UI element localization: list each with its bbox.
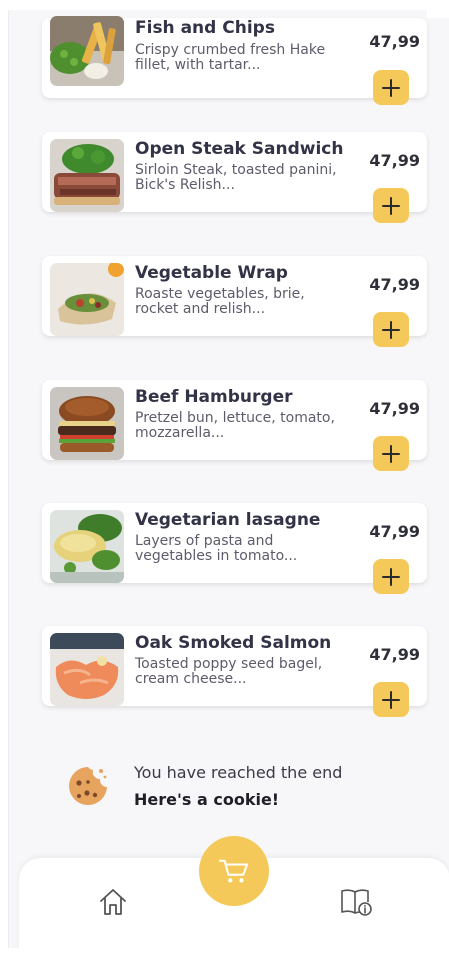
steak-sandwich-image xyxy=(50,139,124,212)
menu-list: Fish and Chips Crispy crumbed fresh Hake… xyxy=(9,10,449,770)
item-name: Vegetable Wrap xyxy=(135,263,288,283)
add-to-cart-button[interactable] xyxy=(373,188,409,223)
item-image xyxy=(50,510,124,583)
home-icon[interactable] xyxy=(98,887,128,917)
item-image xyxy=(50,633,124,706)
app-screen: Fish and Chips Crispy crumbed fresh Hake… xyxy=(8,10,449,948)
item-price: 47,99 xyxy=(369,151,420,170)
fish-and-chips-image xyxy=(50,16,124,86)
book-info-icon[interactable] xyxy=(340,887,372,917)
cookie-message-text: Here's a cookie! xyxy=(134,790,280,809)
item-image xyxy=(50,16,124,86)
plus-icon xyxy=(382,78,400,97)
item-description: Toasted poppy seed bagel, cream cheese..… xyxy=(135,656,323,687)
add-to-cart-button[interactable] xyxy=(373,312,409,347)
end-of-list-message: You have reached the end Here's a cookie… xyxy=(67,763,387,825)
menu-item-card[interactable]: Vegetarian lasagne Layers of pasta and v… xyxy=(42,503,427,594)
item-name: Vegetarian lasagne xyxy=(135,510,321,530)
item-image xyxy=(50,263,124,336)
item-image xyxy=(50,387,124,460)
item-image xyxy=(50,139,124,212)
menu-item-card[interactable]: Beef Hamburger Pretzel bun, lettuce, tom… xyxy=(42,380,427,471)
item-name: Beef Hamburger xyxy=(135,387,293,407)
cart-button[interactable] xyxy=(199,836,269,906)
menu-item-card[interactable]: Vegetable Wrap Roaste vegetables, brie, … xyxy=(42,256,427,347)
add-to-cart-button[interactable] xyxy=(373,559,409,594)
vegetable-wrap-image xyxy=(50,263,124,336)
item-name: Open Steak Sandwich xyxy=(135,139,344,159)
vegetarian-lasagne-image xyxy=(50,510,124,583)
item-name: Fish and Chips xyxy=(135,18,275,38)
item-description: Sirloin Steak, toasted panini, Bick's Re… xyxy=(135,162,337,193)
plus-icon xyxy=(382,196,400,215)
beef-hamburger-image xyxy=(50,387,124,460)
item-description: Layers of pasta and vegetables in tomato… xyxy=(135,533,298,564)
cart-icon xyxy=(218,859,249,883)
item-description: Crispy crumbed fresh Hake fillet, with t… xyxy=(135,42,326,73)
item-description: Roaste vegetables, brie, rocket and reli… xyxy=(135,286,305,317)
plus-icon xyxy=(382,567,400,586)
end-message-text: You have reached the end xyxy=(134,763,343,782)
plus-icon xyxy=(382,690,400,709)
item-price: 47,99 xyxy=(369,645,420,664)
plus-icon xyxy=(382,320,400,339)
item-price: 47,99 xyxy=(369,32,420,51)
add-to-cart-button[interactable] xyxy=(373,682,409,717)
menu-item-card[interactable]: Open Steak Sandwich Sirloin Steak, toast… xyxy=(42,132,427,223)
menu-item-card[interactable]: Fish and Chips Crispy crumbed fresh Hake… xyxy=(42,16,427,105)
item-name: Oak Smoked Salmon xyxy=(135,633,332,653)
cookie-icon xyxy=(69,767,107,805)
menu-item-card[interactable]: Oak Smoked Salmon Toasted poppy seed bag… xyxy=(42,626,427,717)
item-description: Pretzel bun, lettuce, tomato, mozzarella… xyxy=(135,410,335,441)
item-price: 47,99 xyxy=(369,522,420,541)
item-price: 47,99 xyxy=(369,275,420,294)
smoked-salmon-image xyxy=(50,633,124,706)
plus-icon xyxy=(382,444,400,463)
add-to-cart-button[interactable] xyxy=(373,70,409,105)
add-to-cart-button[interactable] xyxy=(373,436,409,471)
item-price: 47,99 xyxy=(369,399,420,418)
